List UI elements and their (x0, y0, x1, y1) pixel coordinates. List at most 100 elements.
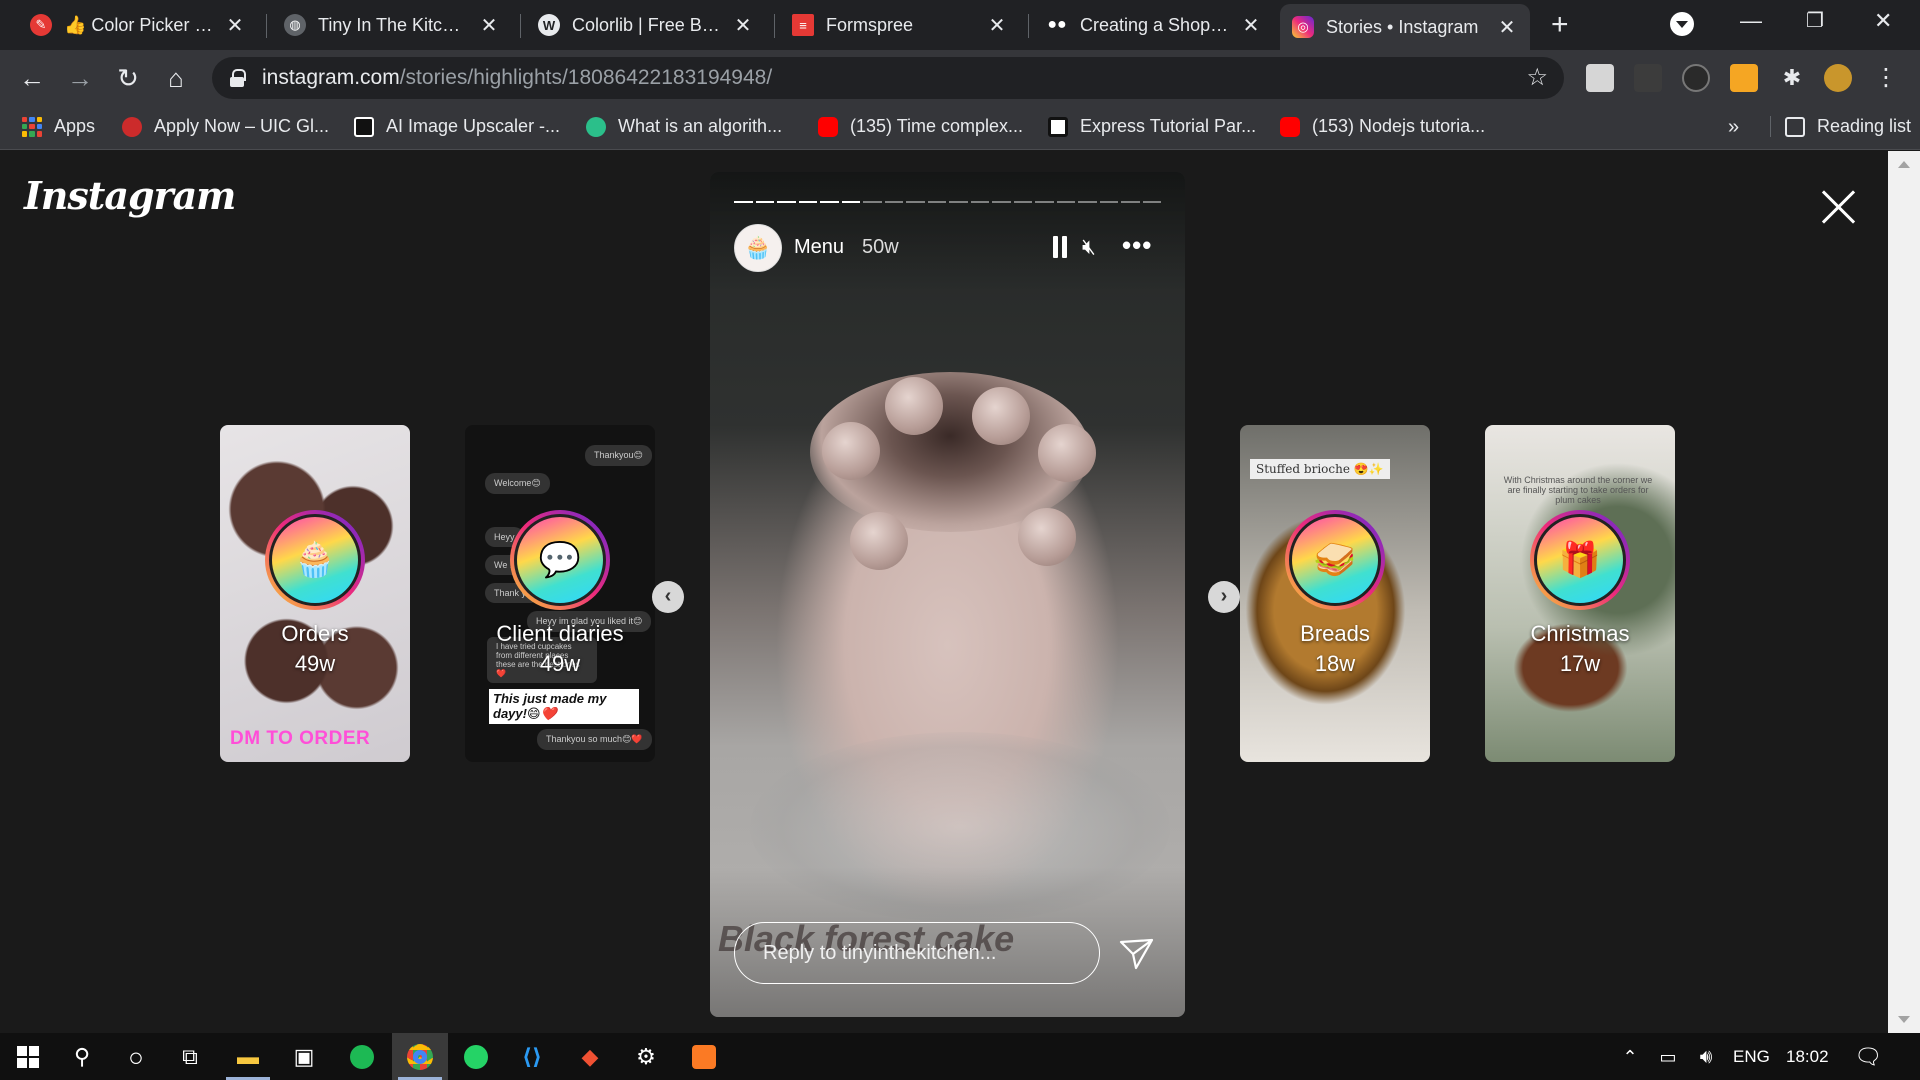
extension-icon[interactable] (1586, 64, 1614, 92)
cream-swirl (1038, 424, 1096, 482)
tab-separator (774, 14, 775, 38)
page-scrollbar[interactable] (1888, 151, 1920, 1033)
more-bookmarks-button[interactable]: » (1728, 116, 1739, 139)
reply-input[interactable] (735, 923, 1099, 983)
bookmark-algorithm[interactable]: What is an algorith... (586, 116, 782, 137)
tab-title: Tiny In The Kitchen (318, 14, 470, 35)
tab-title: Formspree (826, 14, 914, 35)
tab-color-picker[interactable]: ✎ 👍 Color Picker onli ✕ (18, 6, 258, 44)
highlight-christmas[interactable]: With Christmas around the corner we are … (1485, 425, 1675, 762)
close-tab-icon[interactable]: ✕ (986, 13, 1008, 38)
spotify-icon[interactable] (346, 1041, 378, 1073)
back-icon[interactable]: ← (16, 62, 48, 94)
bookmark-ai-upscaler[interactable]: AI Image Upscaler -... (354, 116, 560, 137)
active-story[interactable]: 🧁 Menu 50w 🔇︎ ••• Black forest cake (710, 172, 1185, 1017)
mute-icon[interactable]: 🔇︎ (1082, 234, 1096, 260)
progress-segment (949, 201, 968, 203)
minimize-icon[interactable]: — (1740, 8, 1762, 34)
tab-instagram-stories[interactable]: ◎ Stories • Instagram ✕ (1280, 4, 1530, 50)
extension-icon[interactable] (1730, 64, 1758, 92)
medium-icon: ●● (1047, 16, 1067, 33)
scroll-down-icon[interactable] (1898, 1016, 1910, 1023)
highlight-breads[interactable]: Stuffed brioche 😍✨ 🥪 Breads 18w (1240, 425, 1430, 762)
bookmark-apps[interactable]: Apps (22, 116, 95, 137)
tray-overflow-icon[interactable]: ⌃ (1614, 1041, 1646, 1073)
close-tab-icon[interactable]: ✕ (1496, 15, 1518, 40)
tab-title: Colorlib | Free Boots (572, 14, 724, 35)
bookmark-uic[interactable]: Apply Now – UIC Gl... (122, 116, 329, 137)
bookmark-star-icon[interactable]: ☆ (1526, 63, 1548, 92)
reply-box[interactable] (734, 922, 1100, 984)
forward-icon[interactable]: → (64, 62, 96, 94)
tab-formspree[interactable]: ≡ Formspree ✕ (780, 6, 1020, 44)
tab-colorlib[interactable]: W Colorlib | Free Boots ✕ (526, 6, 766, 44)
previous-story-button[interactable]: ‹ (652, 581, 684, 613)
cream-swirl (850, 512, 908, 570)
address-bar[interactable]: instagram.com/stories/highlights/1808642… (212, 57, 1564, 99)
bookmark-express[interactable]: Express Tutorial Par... (1048, 116, 1256, 137)
close-window-icon[interactable]: ✕ (1874, 8, 1892, 34)
vscode-icon[interactable]: ⟨⟩ (516, 1041, 548, 1073)
highlight-orders[interactable]: 🧁 Orders 49w DM TO ORDER (220, 425, 410, 762)
lock-icon[interactable] (230, 69, 246, 87)
new-tab-icon[interactable]: + (1551, 10, 1569, 40)
instagram-logo[interactable]: Instagram (24, 173, 236, 218)
battery-icon[interactable]: ▭ (1652, 1041, 1684, 1073)
send-icon[interactable] (1116, 934, 1156, 974)
highlight-age: 17w (1559, 651, 1601, 676)
file-explorer-icon[interactable]: ▬ (232, 1041, 264, 1073)
clock[interactable]: 18:02 (1786, 1047, 1829, 1067)
close-stories-icon[interactable] (1818, 187, 1858, 227)
extension-icon[interactable] (1634, 64, 1662, 92)
chrome-icon[interactable] (404, 1041, 436, 1073)
search-icon[interactable]: ⚲ (66, 1041, 98, 1073)
highlight-age: 18w (1314, 651, 1356, 676)
cortana-icon[interactable]: ○ (120, 1041, 152, 1073)
bookmark-nodejs[interactable]: (153) Nodejs tutoria... (1280, 116, 1485, 137)
pause-icon[interactable] (1052, 236, 1068, 258)
input-language[interactable]: ENG (1733, 1047, 1770, 1067)
extension-icon[interactable] (1682, 64, 1710, 92)
tab-separator (266, 14, 267, 38)
apps-grid-icon (22, 116, 42, 137)
browser-toolbar: ← → ↻ ⌂ instagram.com/stories/highlights… (0, 50, 1920, 106)
xampp-icon[interactable] (688, 1041, 720, 1073)
close-tab-icon[interactable]: ✕ (1240, 13, 1262, 38)
home-icon[interactable]: ⌂ (160, 62, 192, 94)
settings-gear-icon[interactable]: ⚙ (630, 1041, 662, 1073)
windows-start-icon[interactable] (12, 1041, 44, 1073)
tab-separator (1028, 14, 1029, 38)
highlight-caption: DM TO ORDER (230, 728, 371, 749)
scroll-up-icon[interactable] (1898, 161, 1910, 168)
puzzle-extensions-icon[interactable]: ✱ (1776, 62, 1808, 94)
store-icon[interactable]: ▣ (288, 1041, 320, 1073)
reload-icon[interactable]: ↻ (112, 62, 144, 94)
more-options-icon[interactable]: ••• (1122, 230, 1152, 261)
git-icon[interactable]: ◆ (574, 1041, 606, 1073)
highlight-age: 49w (294, 651, 336, 676)
reading-list-button[interactable]: Reading list (1770, 116, 1911, 137)
tab-search-icon[interactable] (1670, 12, 1694, 36)
url-text[interactable]: instagram.com/stories/highlights/1808642… (262, 66, 772, 90)
tab-tiny-in-the-kitchen[interactable]: ◍ Tiny In The Kitchen ✕ (272, 6, 512, 44)
bookmark-time-complexity[interactable]: (135) Time complex... (818, 116, 1023, 137)
close-tab-icon[interactable]: ✕ (224, 13, 246, 38)
profile-avatar[interactable] (1824, 64, 1852, 92)
whatsapp-icon[interactable] (460, 1041, 492, 1073)
progress-segment (1013, 201, 1032, 203)
close-tab-icon[interactable]: ✕ (478, 13, 500, 38)
next-story-button[interactable]: › (1208, 581, 1240, 613)
highlight-name: Client diaries (496, 621, 624, 646)
task-view-icon[interactable]: ⧉ (174, 1041, 206, 1073)
notifications-icon[interactable]: 🗨︎ (1852, 1041, 1884, 1073)
volume-icon[interactable]: 🔊︎ (1690, 1041, 1722, 1073)
close-tab-icon[interactable]: ✕ (732, 13, 754, 38)
profile-avatar[interactable]: 🧁 (734, 224, 782, 272)
highlight-client-diaries[interactable]: Thankyou😊 Welcome😊 Heyy We lo Thank yo H… (465, 425, 655, 762)
highlight-title[interactable]: Menu (794, 236, 844, 259)
more-bookmarks-label: » (1728, 116, 1740, 138)
restore-icon[interactable]: ❐ (1806, 8, 1824, 33)
kebab-menu-icon[interactable]: ⋮ (1870, 62, 1902, 94)
progress-segment (906, 201, 925, 203)
tab-creating-shopping[interactable]: ●● Creating a Shoppin ✕ (1034, 6, 1274, 44)
